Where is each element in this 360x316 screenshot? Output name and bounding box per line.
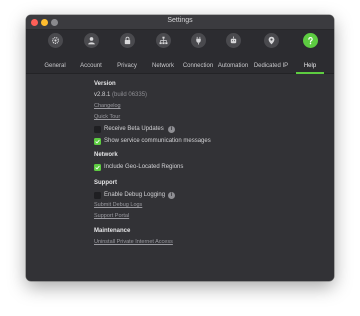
service-messages-row: Show service communication messages <box>94 138 244 146</box>
submit-debug-logs-link[interactable]: Submit Debug Logs <box>94 202 142 208</box>
tab-general[interactable]: General <box>37 30 73 74</box>
tab-automation-label: Automation <box>217 63 249 69</box>
tab-privacy[interactable]: Privacy <box>111 30 143 74</box>
tab-help-label: Help <box>303 63 317 69</box>
tab-connection[interactable]: Connection <box>181 30 215 74</box>
tab-automation[interactable]: Automation <box>215 30 251 74</box>
window-title: Settings <box>167 17 193 24</box>
active-tab-indicator <box>296 72 324 74</box>
tab-privacy-label: Privacy <box>117 63 137 69</box>
maintenance-heading: Maintenance <box>94 228 131 234</box>
plug-icon <box>190 33 206 48</box>
tab-account[interactable]: Account <box>74 30 108 74</box>
debug-logging-row: Enable Debug Logging i <box>94 192 184 200</box>
tab-connection-label: Connection <box>182 63 214 69</box>
service-messages-label: Show service communication messages <box>104 138 211 144</box>
version-text: v2.8.1 (build 06335) <box>94 92 147 98</box>
support-portal-link[interactable]: Support Portal <box>94 213 129 219</box>
version-heading: Version <box>94 81 116 87</box>
dedicated-ip-icon <box>263 33 279 48</box>
geo-regions-label: Include Geo-Located Regions <box>104 164 184 170</box>
support-heading: Support <box>94 180 117 186</box>
debug-logging-label: Enable Debug Logging <box>104 192 166 198</box>
tab-account-label: Account <box>80 63 102 69</box>
gear-icon <box>47 33 63 48</box>
help-icon <box>302 33 318 48</box>
settings-tab-bar: General Account Privacy Network Connecti… <box>26 30 334 74</box>
tab-dedicated-ip[interactable]: Dedicated IP <box>251 30 291 74</box>
automation-icon <box>225 33 241 48</box>
beta-updates-row: Receive Beta Updates i <box>94 126 184 134</box>
uninstall-link[interactable]: Uninstall Private Internet Access <box>94 239 173 245</box>
title-bar: Settings <box>26 15 334 30</box>
tab-network[interactable]: Network <box>146 30 180 74</box>
tab-network-label: Network <box>151 63 174 69</box>
settings-window: Settings General Account Privacy Network <box>26 15 334 281</box>
user-icon <box>83 33 99 48</box>
tab-help[interactable]: Help <box>291 30 329 74</box>
network-icon <box>155 33 171 48</box>
beta-updates-label: Receive Beta Updates <box>104 126 164 132</box>
changelog-link[interactable]: Changelog <box>94 103 121 109</box>
geo-regions-row: Include Geo-Located Regions <box>94 164 214 172</box>
tab-general-label: General <box>44 63 66 69</box>
info-icon[interactable]: i <box>168 192 175 199</box>
build-number: (build 06335) <box>112 92 148 98</box>
debug-logging-checkbox[interactable] <box>94 192 101 199</box>
service-messages-checkbox[interactable] <box>94 138 101 145</box>
lock-icon <box>119 33 135 48</box>
tab-dedicated-ip-label: Dedicated IP <box>253 63 289 69</box>
beta-updates-checkbox[interactable] <box>94 126 101 133</box>
info-icon[interactable]: i <box>168 126 175 133</box>
network-heading: Network <box>94 152 118 158</box>
quick-tour-link[interactable]: Quick Tour <box>94 114 120 120</box>
geo-regions-checkbox[interactable] <box>94 164 101 171</box>
version-number: v2.8.1 <box>94 92 111 98</box>
